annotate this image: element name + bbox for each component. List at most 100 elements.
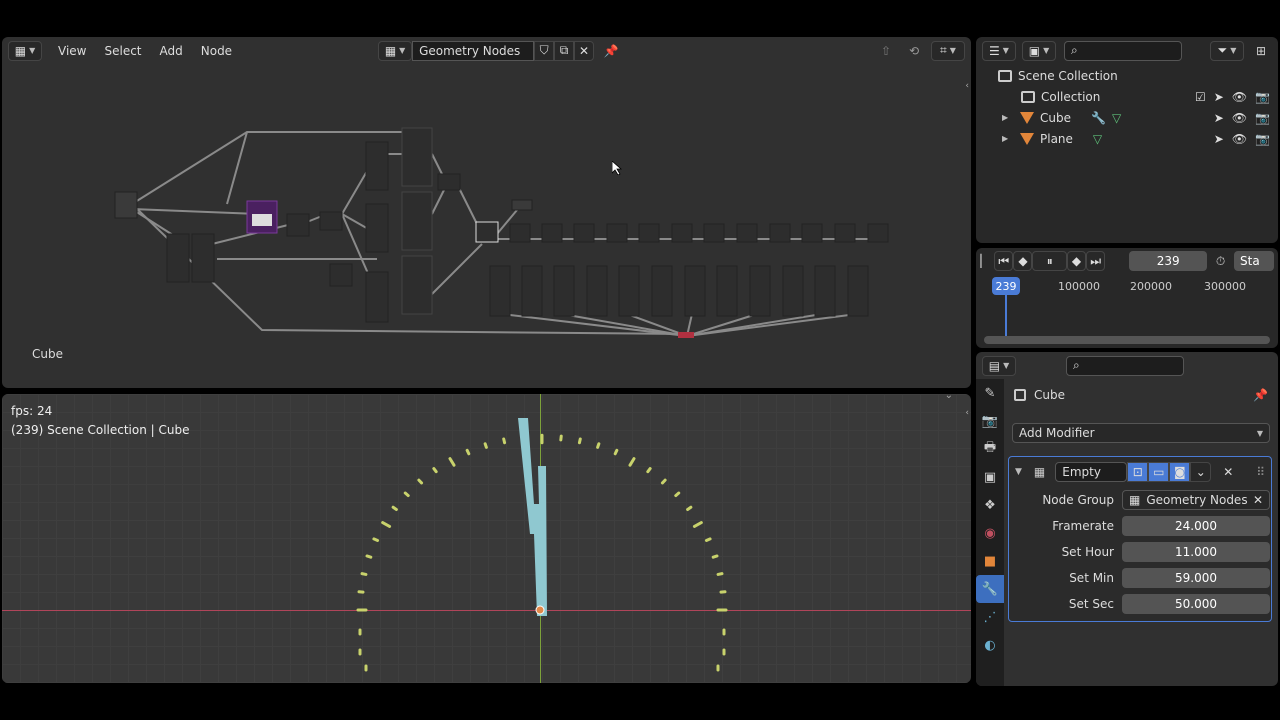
menu-add[interactable]: Add: [154, 44, 189, 58]
new-collection-icon[interactable]: ⊞: [1250, 41, 1272, 61]
scene-collection-icon: [998, 69, 1012, 82]
globe-icon: ◉: [984, 525, 996, 541]
eye-icon[interactable]: 👁: [1232, 90, 1247, 104]
menu-view[interactable]: View: [52, 44, 92, 58]
render-toggle[interactable]: ◙: [1169, 462, 1191, 482]
editor-type-button[interactable]: ▦ ▼: [8, 40, 42, 61]
render-tab[interactable]: 📷: [976, 407, 1004, 435]
checkbox-icon[interactable]: ☑: [1195, 90, 1206, 104]
outliner-row-plane[interactable]: ▶ Plane ▽ ➤ 👁 📷: [976, 128, 1278, 149]
eye-icon[interactable]: 👁: [1232, 111, 1247, 125]
close-icon[interactable]: ✕: [1253, 493, 1263, 507]
pin-icon[interactable]: 📌: [1253, 388, 1268, 402]
set-min-field[interactable]: 59.000: [1122, 568, 1270, 588]
stopwatch-icon[interactable]: ⏱: [1211, 251, 1230, 271]
select-arrow-icon[interactable]: ➤: [1214, 90, 1224, 104]
object-origin: [535, 605, 545, 615]
node-tree-browse-button[interactable]: ▦ ▼: [378, 40, 413, 61]
camera-icon[interactable]: 📷: [1255, 90, 1270, 104]
filter-button[interactable]: ⏷ ▼: [1210, 40, 1244, 61]
chevron-left-icon[interactable]: ‹: [965, 408, 969, 418]
properties-search-input[interactable]: ⌕: [1066, 355, 1184, 376]
start-frame-field[interactable]: Sta: [1234, 251, 1275, 271]
object-tab[interactable]: ■: [976, 547, 1004, 575]
snap-icon[interactable]: ⟲: [903, 41, 925, 61]
menu-select[interactable]: Select: [98, 44, 147, 58]
chevron-left-icon[interactable]: ‹: [965, 81, 969, 91]
remove-modifier-icon[interactable]: ✕: [1223, 465, 1233, 479]
3d-viewport-area[interactable]: fps: 24 (239) Scene Collection | Cube ⌄ …: [2, 394, 971, 683]
edit-mode-toggle[interactable]: ⊡: [1127, 462, 1149, 482]
set-sec-field[interactable]: 50.000: [1122, 594, 1270, 614]
outliner-area[interactable]: ☰ ▼ ▣ ▼ ⌕ ⏷ ▼ ⊞ Scene Collection Collection…: [976, 37, 1278, 243]
jump-end-button[interactable]: ⏭: [1086, 251, 1106, 271]
current-frame-indicator[interactable]: 239: [992, 277, 1020, 295]
view-layer-tab[interactable]: ▣: [976, 463, 1004, 491]
set-hour-field[interactable]: 11.000: [1122, 542, 1270, 562]
jump-keyframe-back-button[interactable]: ◆: [1013, 251, 1033, 271]
parent-node-tree-icon[interactable]: ⇧: [875, 41, 897, 61]
clock-tick: [577, 437, 582, 445]
node-canvas[interactable]: [2, 64, 971, 388]
select-arrow-icon[interactable]: ➤: [1214, 132, 1224, 146]
modifier-visibility-toggles: ⊡ ▭ ◙ ⌄: [1127, 462, 1212, 482]
fake-user-button[interactable]: ⛉: [534, 40, 555, 61]
expand-arrow-icon[interactable]: ▶: [1002, 113, 1014, 122]
menu-node[interactable]: Node: [195, 44, 238, 58]
add-modifier-dropdown[interactable]: Add Modifier ▼: [1012, 423, 1270, 443]
duplicate-button[interactable]: ⧉: [554, 40, 575, 61]
keyframe-forward-icon: ◆: [1071, 254, 1082, 268]
chevron-down-icon: ▼: [399, 46, 406, 55]
scene-tab[interactable]: ❖: [976, 491, 1004, 519]
current-frame-field[interactable]: 239: [1129, 251, 1208, 271]
outliner-row-scene-collection[interactable]: Scene Collection: [976, 65, 1278, 86]
output-tab[interactable]: 🖶: [976, 435, 1004, 463]
jump-start-button[interactable]: ⏮: [994, 251, 1014, 271]
clock-tick: [403, 491, 410, 498]
timeline-area[interactable]: ▏ ⏮ ◆ ⏸ ◆ ⏭ 239 ⏱ Sta 239 100000 200000 …: [976, 248, 1278, 348]
physics-tab[interactable]: ◐: [976, 631, 1004, 659]
select-arrow-icon[interactable]: ➤: [1214, 111, 1224, 125]
scene-icon: ❖: [984, 497, 996, 513]
camera-off-icon[interactable]: 📷: [1255, 132, 1270, 146]
row-toggles: ☑ ➤ 👁 📷: [1195, 90, 1270, 104]
particles-tab[interactable]: ⋰: [976, 603, 1004, 631]
outliner-row-cube[interactable]: ▶ Cube 🔧 ▽ ➤ 👁 📷: [976, 107, 1278, 128]
playhead[interactable]: [1005, 295, 1007, 340]
outliner-row-collection[interactable]: Collection ☑ ➤ 👁 📷: [976, 86, 1278, 107]
eye-icon[interactable]: 👁: [1232, 132, 1247, 146]
display-mode-button[interactable]: ▣ ▼: [1022, 40, 1056, 61]
viewport-toggle[interactable]: ▭: [1148, 462, 1170, 482]
collapse-icon[interactable]: ▏: [980, 251, 990, 271]
timeline-scrollbar[interactable]: [984, 336, 1270, 344]
drag-handle-icon[interactable]: ⠿: [1256, 465, 1265, 479]
clock-tick: [716, 572, 724, 576]
clock-tick: [381, 521, 392, 528]
pause-button[interactable]: ⏸: [1032, 251, 1067, 271]
modifier-header: ▼ ▦ Empty ⊡ ▭ ◙ ⌄ ✕ ⠿: [1015, 461, 1265, 483]
node-tree-name-field[interactable]: Geometry Nodes: [412, 40, 535, 61]
node-editor-area[interactable]: ▦ ▼ View Select Add Node ▦ ▼ Geometry Node…: [2, 37, 971, 388]
jump-keyframe-forward-button[interactable]: ◆: [1066, 251, 1087, 271]
outliner-search-input[interactable]: ⌕: [1064, 40, 1182, 61]
collapse-arrow-icon[interactable]: ▼: [1015, 467, 1022, 477]
expand-arrow-icon[interactable]: ▶: [1002, 134, 1014, 143]
modifier-menu-button[interactable]: ⌄: [1190, 462, 1212, 482]
node-group-field[interactable]: ▦ Geometry Nodes ✕: [1122, 490, 1270, 510]
set-min-row: Set Min 59.000: [1012, 567, 1270, 589]
modifier-name-field[interactable]: Empty: [1055, 462, 1128, 482]
chevron-down-icon: ▼: [1003, 361, 1010, 370]
frame-ruler[interactable]: 239 100000 200000 300000: [976, 274, 1278, 340]
editor-type-button[interactable]: ☰ ▼: [982, 40, 1016, 61]
unlink-button[interactable]: ✕: [574, 40, 595, 61]
properties-area[interactable]: ▤ ▼ ⌕ ✎ 📷 🖶 ▣ ❖ ◉ ■ 🔧 ⋰ ◐ Cube 📌 Add Modi…: [976, 352, 1278, 686]
framerate-field[interactable]: 24.000: [1122, 516, 1270, 536]
snap-settings-button[interactable]: ⌗ ▼: [931, 40, 965, 61]
modifier-tab[interactable]: 🔧: [976, 575, 1004, 603]
pin-icon[interactable]: 📌: [600, 41, 622, 61]
editor-type-button[interactable]: ▤ ▼: [982, 355, 1016, 376]
chevron-down-icon[interactable]: ⌄: [945, 394, 953, 401]
world-tab[interactable]: ◉: [976, 519, 1004, 547]
tool-tab[interactable]: ✎: [976, 379, 1004, 407]
camera-icon[interactable]: 📷: [1255, 111, 1270, 125]
